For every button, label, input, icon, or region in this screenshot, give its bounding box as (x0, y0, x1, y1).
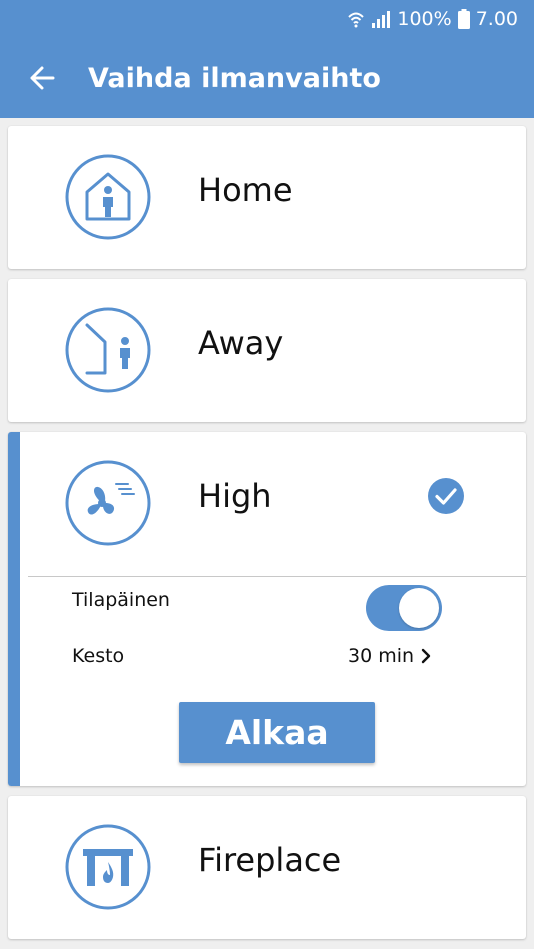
chevron-right-icon (421, 648, 431, 664)
temporary-label: Tilapäinen (72, 589, 170, 611)
mode-card-fireplace[interactable]: Fireplace (8, 796, 526, 939)
mode-card-away-header[interactable]: Away (8, 279, 526, 421)
mode-label-away: Away (198, 324, 284, 362)
duration-selector[interactable]: 30 min (348, 645, 432, 667)
mode-label-home: Home (198, 171, 293, 209)
duration-value: 30 min (348, 645, 415, 667)
page-title: Vaihda ilmanvaihto (88, 62, 381, 94)
battery-percent: 100% (397, 8, 452, 30)
mode-card-fireplace-header[interactable]: Fireplace (8, 796, 526, 938)
mode-card-high-header[interactable]: High (8, 432, 526, 574)
temporary-toggle[interactable] (366, 585, 442, 631)
house-person-icon (65, 154, 151, 240)
mode-label-high: High (198, 477, 272, 515)
app-bar: Vaihda ilmanvaihto (0, 38, 534, 118)
fireplace-icon (65, 824, 151, 910)
clock: 7.00 (475, 8, 518, 30)
status-bar: 100% 7.00 (0, 0, 534, 38)
mode-label-fireplace: Fireplace (198, 841, 342, 879)
battery-icon (457, 9, 470, 29)
checkmark-icon (428, 478, 464, 514)
mode-card-home-header[interactable]: Home (8, 126, 526, 268)
start-button[interactable]: Alkaa (179, 702, 375, 763)
toggle-knob (399, 588, 439, 628)
mode-card-high[interactable]: High Tilapäinen Kesto 30 min Alkaa (8, 432, 526, 786)
mode-card-home[interactable]: Home (8, 126, 526, 269)
back-button[interactable] (22, 58, 62, 98)
arrow-left-icon (30, 66, 55, 90)
wifi-icon (347, 10, 365, 28)
divider (28, 576, 526, 577)
fan-icon (65, 460, 151, 546)
signal-icon (371, 10, 391, 28)
mode-card-away[interactable]: Away (8, 279, 526, 422)
house-person-leaving-icon (65, 307, 151, 393)
duration-label: Kesto (72, 645, 125, 667)
